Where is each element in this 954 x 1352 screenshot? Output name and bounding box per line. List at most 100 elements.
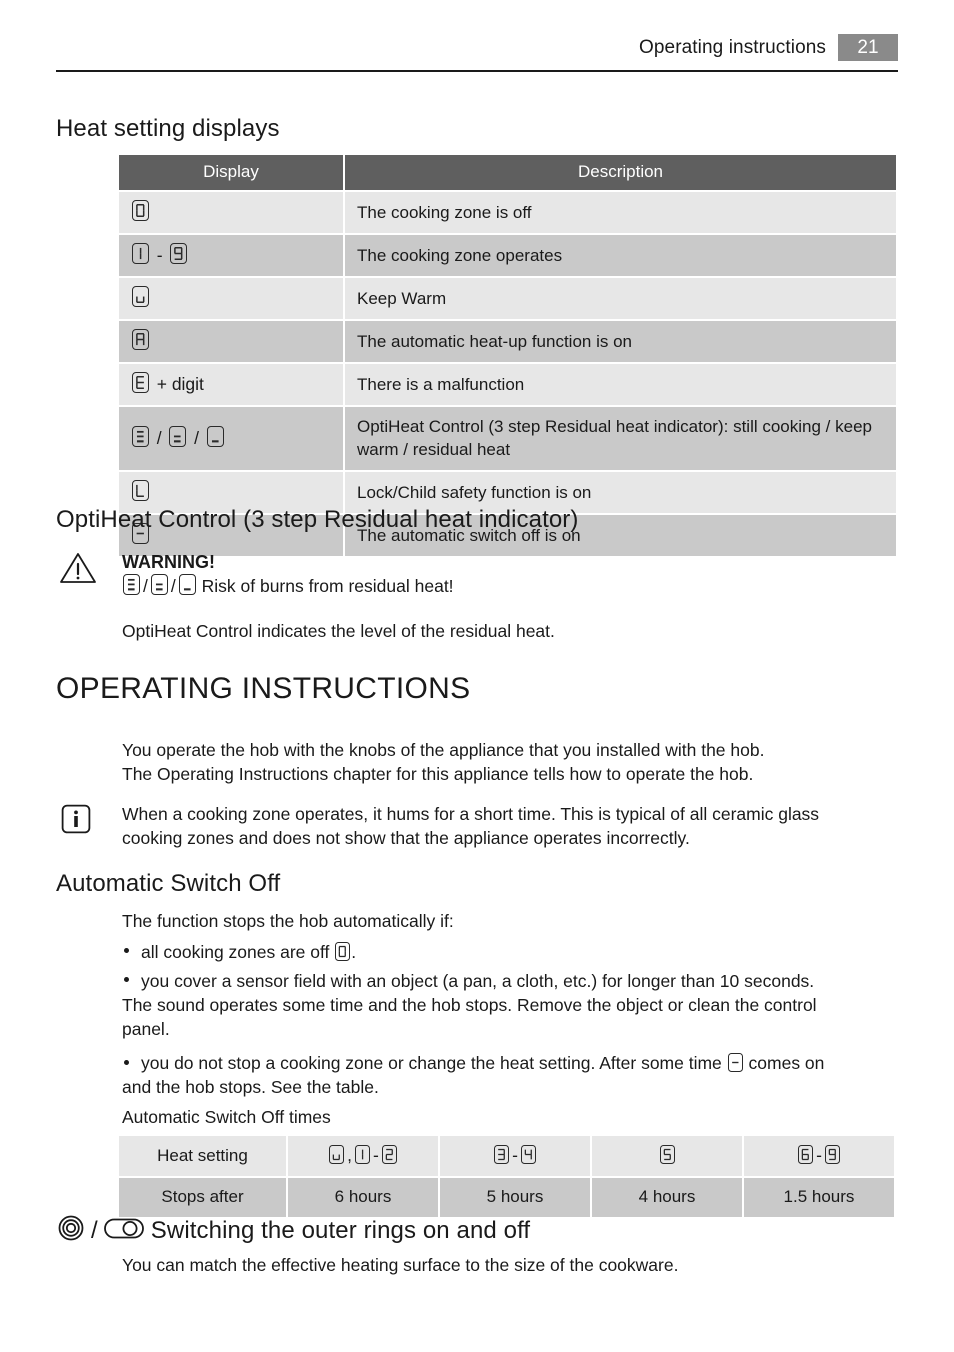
symbol-separator: / [143,576,148,596]
segment-glyph-9 [824,1145,840,1164]
note-text-line-1: When a cooking zone operates, it hums fo… [122,804,820,824]
column-header-description: Description [345,155,896,190]
bullet-marker [124,1060,129,1065]
description-cell: There is a malfunction [345,364,896,405]
operating-paragraph-line-2: The Operating Instructions chapter for t… [122,764,754,784]
heat-setting-cell-4: - [744,1136,894,1176]
info-icon [61,804,91,834]
switch-off-bullet-3-line-2: and the hob stops. See the table. [122,1077,379,1097]
segment-glyph-residual-heat-1 [206,426,224,447]
stops-after-cell-2: 5 hours [440,1178,590,1217]
bullet-3-text-pre: you do not stop a cooking zone or change… [141,1053,722,1073]
heat-setting-cell-1: , - [288,1136,438,1176]
display-cell: + digit [119,364,343,405]
heat-setting-cell-3 [592,1136,742,1176]
segment-glyph-9 [170,243,188,264]
segment-glyph-E [132,372,149,393]
concentric-rings-icon [58,1215,84,1241]
table-header-row: Display Description [119,155,896,190]
description-cell: The cooking zone operates [345,235,896,276]
plus-digit-label: + digit [156,374,204,394]
symbol-separator: / [170,576,176,596]
note-text-line-2: cooking zones and does not show that the… [122,828,690,848]
bullet-1-text: all cooking zones are off [141,942,330,962]
heading-optiheat-control: OptiHeat Control (3 step Residual heat i… [56,506,579,533]
display-cell: / / [119,407,343,470]
display-cell [119,192,343,233]
bullet-marker [124,948,129,953]
row-label-heat-setting: Heat setting [119,1136,286,1176]
segment-glyph-3 [494,1145,510,1164]
comma-separator: , [347,1145,353,1165]
table-row: / / OptiHeat Control (3 step Residual he… [119,407,896,470]
bullet-marker [124,977,129,982]
segment-glyph-residual-heat-2 [169,426,187,447]
table-row-stops-after: Stops after 6 hours 5 hours 4 hours 1.5 … [119,1178,894,1217]
symbol-separator: / [156,428,162,448]
switch-off-bullet-2-line-2: The sound operates some time and the hob… [122,995,817,1015]
segment-glyph-residual-heat-3 [123,574,140,595]
display-cell: - [119,235,343,276]
segment-glyph-residual-heat-2 [150,574,168,595]
segment-glyph-5 [659,1145,675,1164]
description-cell: The automatic heat-up function is on [345,321,896,362]
switch-off-bullet-3-line-1: you do not stop a cooking zone or change… [141,1051,921,1075]
bullet-3-text-post: comes on [748,1053,825,1073]
single-ring-oval-icon [103,1218,144,1239]
segment-glyph-0 [335,942,351,961]
segment-glyph-0 [132,200,149,221]
switch-off-intro: The function stops the hob automatically… [122,911,454,931]
row-label-stops-after: Stops after [119,1178,286,1217]
range-dash: - [512,1145,518,1165]
heading-operating-instructions: OPERATING INSTRUCTIONS [56,672,471,705]
segment-glyph-residual-heat-1 [178,574,196,595]
segment-glyph-A [132,329,149,350]
symbol-separator: / [194,428,199,448]
range-dash: - [373,1145,379,1165]
segment-glyph-6 [798,1145,814,1164]
automatic-switch-off-times-table: Heat setting , - - - Stops after 6 hours… [117,1134,896,1219]
residual-heat-symbols-group: / / [122,574,202,596]
page-number-badge: 21 [838,34,898,61]
header-divider [56,70,898,72]
description-cell: The cooking zone is off [345,192,896,233]
description-cell: Keep Warm [345,278,896,319]
table-row: Keep Warm [119,278,896,319]
segment-glyph-1 [355,1145,371,1164]
description-cell: OptiHeat Control (3 step Residual heat i… [345,407,896,470]
segment-glyph-4 [520,1145,536,1164]
optiheat-body-text: OptiHeat Control indicates the level of … [122,621,555,641]
stops-after-cell-3: 4 hours [592,1178,742,1217]
bullet-1-period: . [351,942,357,962]
warning-text-line: / / Risk of burns from residual heat! [122,574,882,598]
warning-triangle-icon [60,553,96,583]
heat-setting-cell-2: - [440,1136,590,1176]
segment-glyph-L [132,480,149,501]
outer-rings-body-text: You can match the effective heating surf… [122,1255,679,1275]
switch-off-bullet-1: all cooking zones are off . [141,940,901,964]
column-header-display: Display [119,155,343,190]
warning-label: WARNING! [122,552,215,572]
range-dash: - [816,1145,822,1165]
display-cell [119,321,343,362]
heading-automatic-switch-off: Automatic Switch Off [56,870,281,897]
operating-paragraph-line-1: You operate the hob with the knobs of th… [122,740,765,760]
switch-off-bullet-2-line-3: panel. [122,1019,170,1039]
table-row-heat-setting: Heat setting , - - - [119,1136,894,1176]
range-dash: - [156,245,163,265]
header-title: Operating instructions [638,36,826,58]
stops-after-cell-4: 1.5 hours [744,1178,894,1217]
table-row: + digit There is a malfunction [119,364,896,405]
page-header: Operating instructions 21 [56,34,898,61]
outer-rings-heading-text: Switching the outer rings on and off [150,1217,531,1244]
rings-separator: / [91,1217,98,1244]
warning-risk-text: Risk of burns from residual heat! [201,576,454,596]
segment-glyph-u [329,1145,345,1164]
stops-after-cell-1: 6 hours [288,1178,438,1217]
table-row: The cooking zone is off [119,192,896,233]
switch-off-table-caption: Automatic Switch Off times [122,1107,331,1127]
heading-heat-setting-displays: Heat setting displays [56,115,280,142]
heading-switching-outer-rings: / Switching the outer rings on and off [56,1213,530,1245]
segment-glyph-u [132,286,149,307]
switch-off-bullet-2-line-1: you cover a sensor field with an object … [141,971,815,991]
